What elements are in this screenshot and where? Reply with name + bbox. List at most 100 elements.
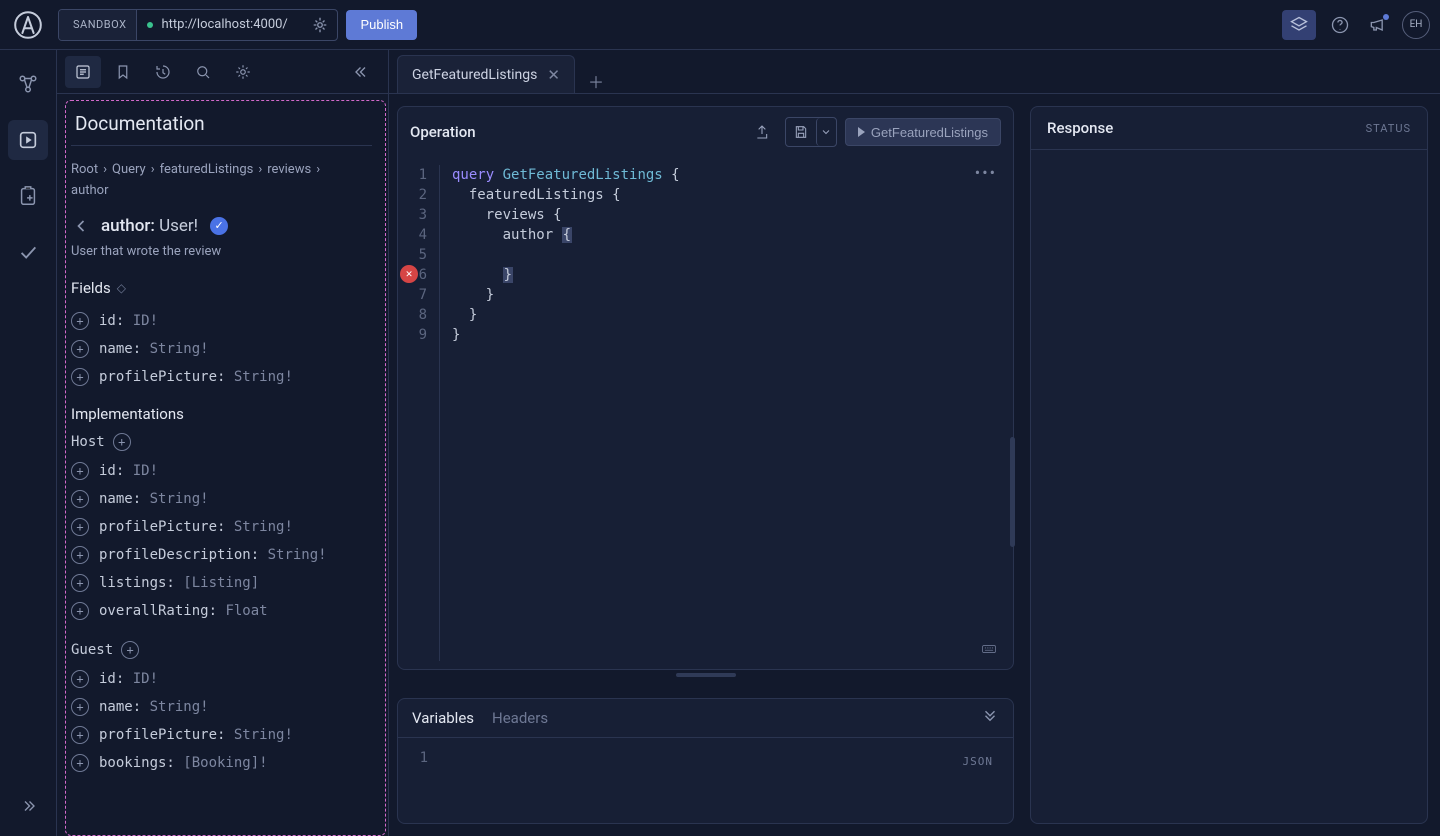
doc-title: Documentation	[71, 108, 372, 146]
type-description: User that wrote the review	[71, 244, 372, 259]
add-field-icon[interactable]: +	[71, 312, 89, 330]
share-icon[interactable]	[747, 118, 777, 146]
bookmark-icon[interactable]	[105, 56, 141, 88]
add-field-icon[interactable]: +	[71, 698, 89, 716]
notification-dot	[1383, 14, 1389, 20]
close-icon[interactable]: ✕	[547, 66, 560, 84]
field-row[interactable]: +id: ID!	[71, 665, 372, 693]
gear-icon[interactable]	[311, 16, 329, 34]
clipboard-icon[interactable]	[8, 176, 48, 216]
play-icon	[858, 127, 865, 137]
error-marker-icon[interactable]: ✕	[400, 265, 418, 283]
topbar-actions: EH	[1282, 10, 1430, 40]
topbar: SANDBOX http://localhost:4000/ Publish E…	[0, 0, 1440, 50]
fields-header[interactable]: Fields ◇	[71, 279, 372, 297]
response-panel: Response STATUS	[1030, 106, 1428, 824]
field-row[interactable]: +id: ID!	[71, 307, 372, 335]
field-row[interactable]: +name: String!	[71, 335, 372, 363]
variables-header: Variables Headers	[398, 699, 1013, 738]
url-input[interactable]: http://localhost:4000/	[137, 10, 337, 40]
doc-list-icon[interactable]	[65, 56, 101, 88]
breadcrumb[interactable]: Root›Query›featuredListings›reviews›auth…	[71, 160, 372, 202]
add-field-icon[interactable]: +	[71, 462, 89, 480]
layers-icon[interactable]	[1282, 10, 1316, 40]
response-status-label: STATUS	[1366, 122, 1411, 135]
add-field-icon[interactable]: +	[71, 726, 89, 744]
response-header: Response STATUS	[1031, 107, 1427, 150]
explorer-icon[interactable]	[8, 120, 48, 160]
run-operation-button[interactable]: GetFeaturedListings	[845, 118, 1001, 146]
implementations-header: Implementations	[71, 405, 372, 423]
line-gutter: 1 2 3 4 5 6 7 8 9	[398, 165, 440, 661]
tab-headers[interactable]: Headers	[492, 709, 548, 727]
add-field-icon[interactable]: +	[71, 602, 89, 620]
editor-tabs: GetFeaturedListings ✕ ＋	[389, 50, 1440, 94]
add-field-icon[interactable]: +	[71, 754, 89, 772]
publish-button[interactable]: Publish	[346, 10, 417, 40]
documentation-panel: Documentation Root›Query›featuredListing…	[57, 50, 389, 836]
check-icon[interactable]	[8, 232, 48, 272]
add-field-icon[interactable]: +	[71, 670, 89, 688]
operation-panel: Operation	[397, 106, 1014, 670]
connection-status-dot	[147, 22, 153, 28]
history-icon[interactable]	[145, 56, 181, 88]
chevron-down-icon[interactable]	[816, 118, 836, 146]
variables-panel: Variables Headers 1 JSON	[397, 698, 1014, 824]
collapse-icon[interactable]	[981, 709, 999, 727]
app-logo[interactable]	[10, 7, 46, 43]
expand-rail-icon[interactable]	[8, 786, 48, 826]
graph-nodes-icon[interactable]	[8, 64, 48, 104]
megaphone-icon[interactable]	[1364, 11, 1392, 39]
field-row[interactable]: +bookings: [Booking]!	[71, 749, 372, 777]
add-field-icon[interactable]: +	[113, 433, 131, 451]
avatar[interactable]: EH	[1402, 11, 1430, 39]
resize-handle[interactable]	[676, 673, 736, 677]
field-row[interactable]: +profilePicture: String!	[71, 363, 372, 391]
add-field-icon[interactable]: +	[71, 574, 89, 592]
endpoint-url: http://localhost:4000/	[161, 17, 303, 32]
verified-badge-icon: ✓	[210, 217, 228, 235]
search-icon[interactable]	[185, 56, 221, 88]
impl-type[interactable]: Host+	[71, 433, 372, 451]
main: Documentation Root›Query›featuredListing…	[0, 50, 1440, 836]
sidebar-tools	[57, 50, 388, 94]
add-field-icon[interactable]: +	[71, 340, 89, 358]
field-row[interactable]: +name: String!	[71, 485, 372, 513]
help-icon[interactable]	[1326, 11, 1354, 39]
operation-editor[interactable]: ✕ 1 2 3 4 5 6 7 8 9 query GetFeaturedLis…	[398, 157, 1013, 669]
add-tab-icon[interactable]: ＋	[579, 69, 613, 93]
operation-code[interactable]: query GetFeaturedListings { featuredList…	[440, 165, 680, 661]
keyboard-icon[interactable]	[979, 645, 999, 659]
sort-icon[interactable]: ◇	[117, 281, 126, 295]
operation-title: Operation	[410, 123, 476, 141]
variables-editor[interactable]: 1 JSON	[398, 738, 1013, 823]
collapse-sidebar-icon[interactable]	[344, 56, 380, 88]
scrollbar[interactable]	[1010, 437, 1015, 547]
work-area: GetFeaturedListings ✕ ＋ Operation	[389, 50, 1440, 836]
add-field-icon[interactable]: +	[71, 490, 89, 508]
json-label: JSON	[963, 752, 994, 772]
operation-header: Operation	[398, 107, 1013, 157]
field-row[interactable]: +name: String!	[71, 693, 372, 721]
field-row[interactable]: +id: ID!	[71, 457, 372, 485]
activity-rail	[0, 50, 57, 836]
env-tag: SANDBOX	[59, 10, 137, 40]
settings-icon[interactable]	[225, 56, 261, 88]
add-field-icon[interactable]: +	[71, 518, 89, 536]
field-row[interactable]: +listings: [Listing]	[71, 569, 372, 597]
back-arrow-icon[interactable]	[71, 216, 91, 236]
tab-variables[interactable]: Variables	[412, 709, 474, 727]
add-field-icon[interactable]: +	[71, 546, 89, 564]
more-menu-icon[interactable]: •••	[975, 163, 997, 182]
tab-operation[interactable]: GetFeaturedListings ✕	[397, 55, 575, 93]
field-row[interactable]: +profilePicture: String!	[71, 513, 372, 541]
field-row[interactable]: +profilePicture: String!	[71, 721, 372, 749]
save-operation-button[interactable]	[785, 117, 837, 147]
doc-scroll[interactable]: Documentation Root›Query›featuredListing…	[57, 94, 388, 836]
add-field-icon[interactable]: +	[121, 641, 139, 659]
field-row[interactable]: +profileDescription: String!	[71, 541, 372, 569]
add-field-icon[interactable]: +	[71, 368, 89, 386]
field-row[interactable]: +overallRating: Float	[71, 597, 372, 625]
url-box: SANDBOX http://localhost:4000/	[58, 9, 338, 41]
impl-type[interactable]: Guest+	[71, 641, 372, 659]
